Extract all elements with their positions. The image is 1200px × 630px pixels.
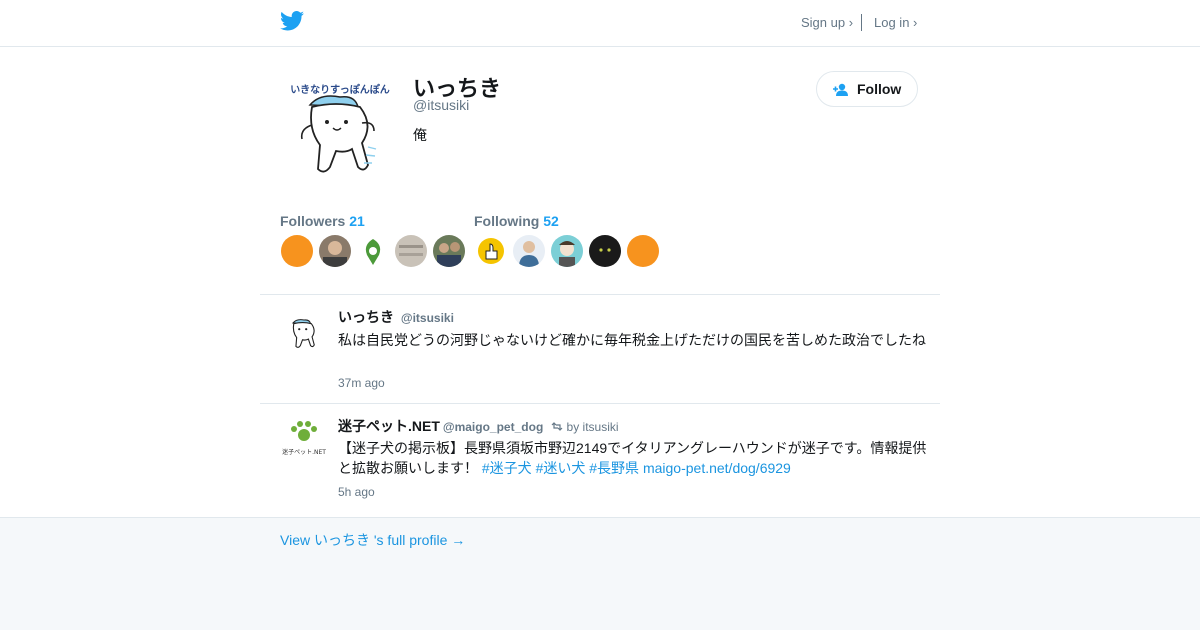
header-divider [861,14,862,31]
login-link[interactable]: Log in › [874,15,917,30]
profile-card: いきなりすっぽんぽん いっちき @itsusiki 俺 Follow Follo… [0,47,1200,518]
profile-handle: @itsusiki [413,97,470,113]
follow-button[interactable]: Follow [816,71,918,107]
follow-label: Follow [857,81,902,97]
tweet-avatar[interactable]: 迷子ペット.NET [282,416,326,460]
following-avatar[interactable] [627,235,659,267]
hashtag-link[interactable]: #迷い犬 [536,460,586,476]
svg-text:迷子ペット.NET: 迷子ペット.NET [282,448,326,456]
retweet-indicator: by itsusiki [551,420,619,434]
tweet-author[interactable]: 迷子ペット.NET @maigo_pet_dog by itsusiki [338,416,619,436]
url-link[interactable]: maigo-pet.net/dog/6929 [643,460,791,476]
tweet[interactable]: いっちき @itsusiki 私は自民党どうの河野じゃないけど確かに毎年税金上げ… [260,295,940,403]
profile-avatar[interactable]: いきなりすっぽんぽん [280,67,400,187]
follower-avatar[interactable] [433,235,465,267]
add-user-icon [833,83,848,96]
retweet-icon [551,422,563,431]
followers-avatars [281,235,471,269]
tweet-text: 【迷子犬の掲示板】長野県須坂市野辺2149でイタリアングレーハウンドが迷子です。… [338,440,927,476]
following-avatar[interactable] [513,235,545,267]
top-bar: Sign up › Log in › [0,0,1200,47]
tweet-handle: @itsusiki [400,311,454,325]
following-stat[interactable]: Following 52 [474,213,559,229]
tweet[interactable]: 迷子ペット.NET 迷子ペット.NET @maigo_pet_dog by its… [260,404,940,517]
view-full-profile-link[interactable]: View いっちき 's full profile → [280,530,465,550]
svg-text:いきなりすっぽんぽん: いきなりすっぽんぽん [290,83,390,96]
following-avatars [475,235,665,269]
avatar-illustration: いきなりすっぽんぽん [290,83,390,173]
follower-avatar[interactable] [281,235,313,267]
follower-avatar[interactable] [319,235,351,267]
follower-avatar[interactable] [357,235,389,267]
following-avatar[interactable] [475,235,507,267]
followers-stat[interactable]: Followers 21 [280,213,365,229]
hashtag-link[interactable]: #迷子犬 [482,460,532,476]
hashtag-link[interactable]: #長野県 [589,460,639,476]
tweet-timestamp[interactable]: 37m ago [338,376,385,390]
following-avatar[interactable] [589,235,621,267]
profile-bio: 俺 [413,127,427,143]
twitter-bird-icon[interactable] [280,11,304,31]
signup-link[interactable]: Sign up › [801,15,853,30]
tweet-text: 私は自民党どうの河野じゃないけど確かに毎年税金上げただけの国民を苦しめた政治でし… [338,332,926,348]
tweet-timestamp[interactable]: 5h ago [338,485,375,499]
tweet-avatar[interactable] [282,309,326,353]
tweet-handle: @maigo_pet_dog [442,420,544,434]
tweet-author[interactable]: いっちき @itsusiki [338,307,454,327]
follower-avatar[interactable] [395,235,427,267]
following-avatar[interactable] [551,235,583,267]
